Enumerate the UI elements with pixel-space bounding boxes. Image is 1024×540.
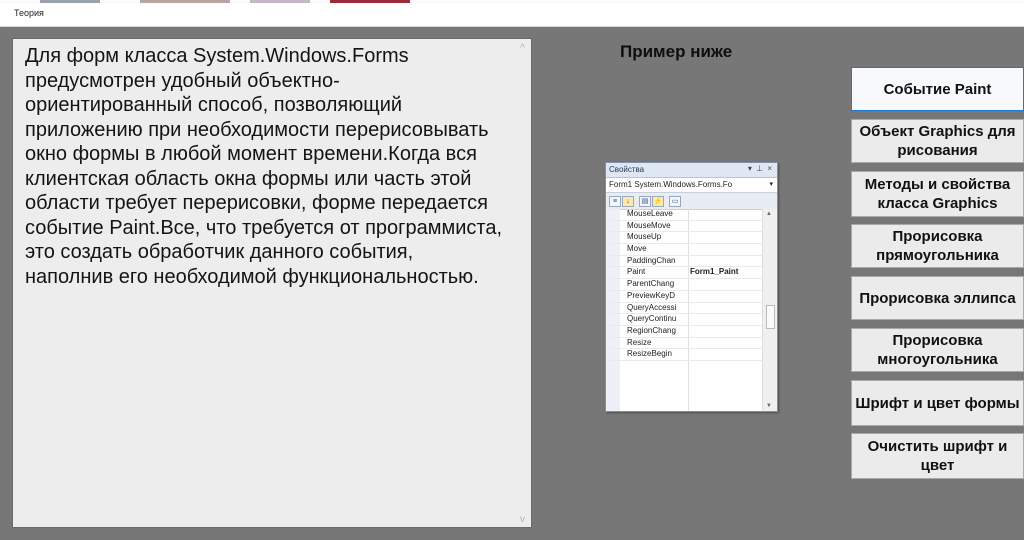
property-row: Paint Form1_Paint [606, 267, 762, 280]
draw-polygon-button[interactable]: Прорисовка многоугольника [851, 328, 1024, 372]
object-selector-text: Form1 System.Windows.Forms.Fo [609, 180, 733, 189]
title-bar: Теория [0, 4, 1024, 27]
property-name: ResizeBegin [627, 349, 672, 359]
paint-event-button[interactable]: Событие Paint [851, 67, 1024, 111]
property-row: MouseLeave [606, 209, 762, 221]
property-name: QueryContinu [627, 314, 677, 324]
property-row: ParentChang [606, 279, 762, 291]
property-row: MouseMove [606, 221, 762, 233]
form-client-area: Для форм класса System.Windows.Forms пре… [0, 27, 1024, 540]
property-name: Resize [627, 337, 652, 347]
property-name: MouseMove [627, 220, 671, 230]
dropdown-arrow-icon: ▾ [769, 181, 773, 188]
properties-scrollbar: ▲ ▼ [762, 209, 777, 411]
events-icon: ⚡ [652, 196, 664, 207]
property-name: PreviewKeyD [627, 290, 676, 300]
property-name: MouseLeave [627, 209, 673, 218]
form-font-color-button[interactable]: Шрифт и цвет формы [851, 380, 1024, 426]
example-label: Пример ниже [620, 42, 733, 61]
property-row: PreviewKeyD [606, 291, 762, 303]
property-row: Move [606, 244, 762, 256]
draw-rectangle-button[interactable]: Прорисовка прямоугольника [851, 224, 1024, 268]
sort-alpha-icon: ↓ [622, 196, 634, 207]
properties-screenshot: Свойства ▾ ⊥ × Form1 System.Windows.Form… [605, 162, 778, 412]
properties-toolbar: ≡ ↓ ▤ ⚡ ▭ [606, 193, 777, 210]
properties-window-controls: ▾ ⊥ × [747, 164, 773, 173]
properties-icon: ▤ [639, 196, 651, 207]
property-row: PaddingChan [606, 256, 762, 268]
graphics-object-button[interactable]: Объект Graphics для рисования [851, 119, 1024, 163]
scroll-up-arrow-icon: ▲ [766, 211, 772, 217]
clear-font-color-button[interactable]: Очистить шрифт и цвет [851, 433, 1024, 479]
property-name: RegionChang [627, 325, 676, 335]
property-name: Paint [627, 267, 646, 277]
properties-header: Свойства ▾ ⊥ × [606, 163, 777, 178]
property-name: ParentChang [627, 279, 675, 289]
properties-title: Свойства [609, 165, 645, 174]
scroll-thumb [766, 305, 775, 329]
property-row: RegionChang [606, 326, 762, 338]
scroll-down-arrow-icon: ▼ [766, 403, 772, 409]
property-row: QueryAccessi [606, 303, 762, 315]
property-row: QueryContinu [606, 314, 762, 326]
scroll-down-icon[interactable]: v [520, 514, 525, 525]
property-row: MouseUp [606, 232, 762, 245]
scroll-up-icon[interactable]: ^ [520, 43, 525, 54]
property-name: QueryAccessi [627, 302, 677, 312]
categorized-icon: ≡ [609, 196, 621, 207]
properties-grid: MouseLeave MouseMove MouseUp Move PaddingCha… [606, 209, 762, 411]
property-name: Move [627, 244, 647, 254]
property-pages-icon: ▭ [669, 196, 681, 207]
property-row: Resize [606, 338, 762, 350]
property-name: MouseUp [627, 232, 662, 242]
draw-ellipse-button[interactable]: Прорисовка эллипса [851, 276, 1024, 320]
graphics-methods-button[interactable]: Методы и свойства класса Graphics [851, 171, 1024, 217]
object-selector: Form1 System.Windows.Forms.Fo ▾ [606, 178, 777, 193]
theory-text: Для форм класса System.Windows.Forms пре… [25, 45, 503, 288]
window-title: Теория [14, 8, 44, 18]
property-row: ResizeBegin [606, 349, 762, 361]
theory-textbox[interactable]: Для форм класса System.Windows.Forms пре… [12, 38, 532, 528]
property-name: PaddingChan [627, 255, 676, 265]
property-value: Form1_Paint [690, 267, 739, 277]
